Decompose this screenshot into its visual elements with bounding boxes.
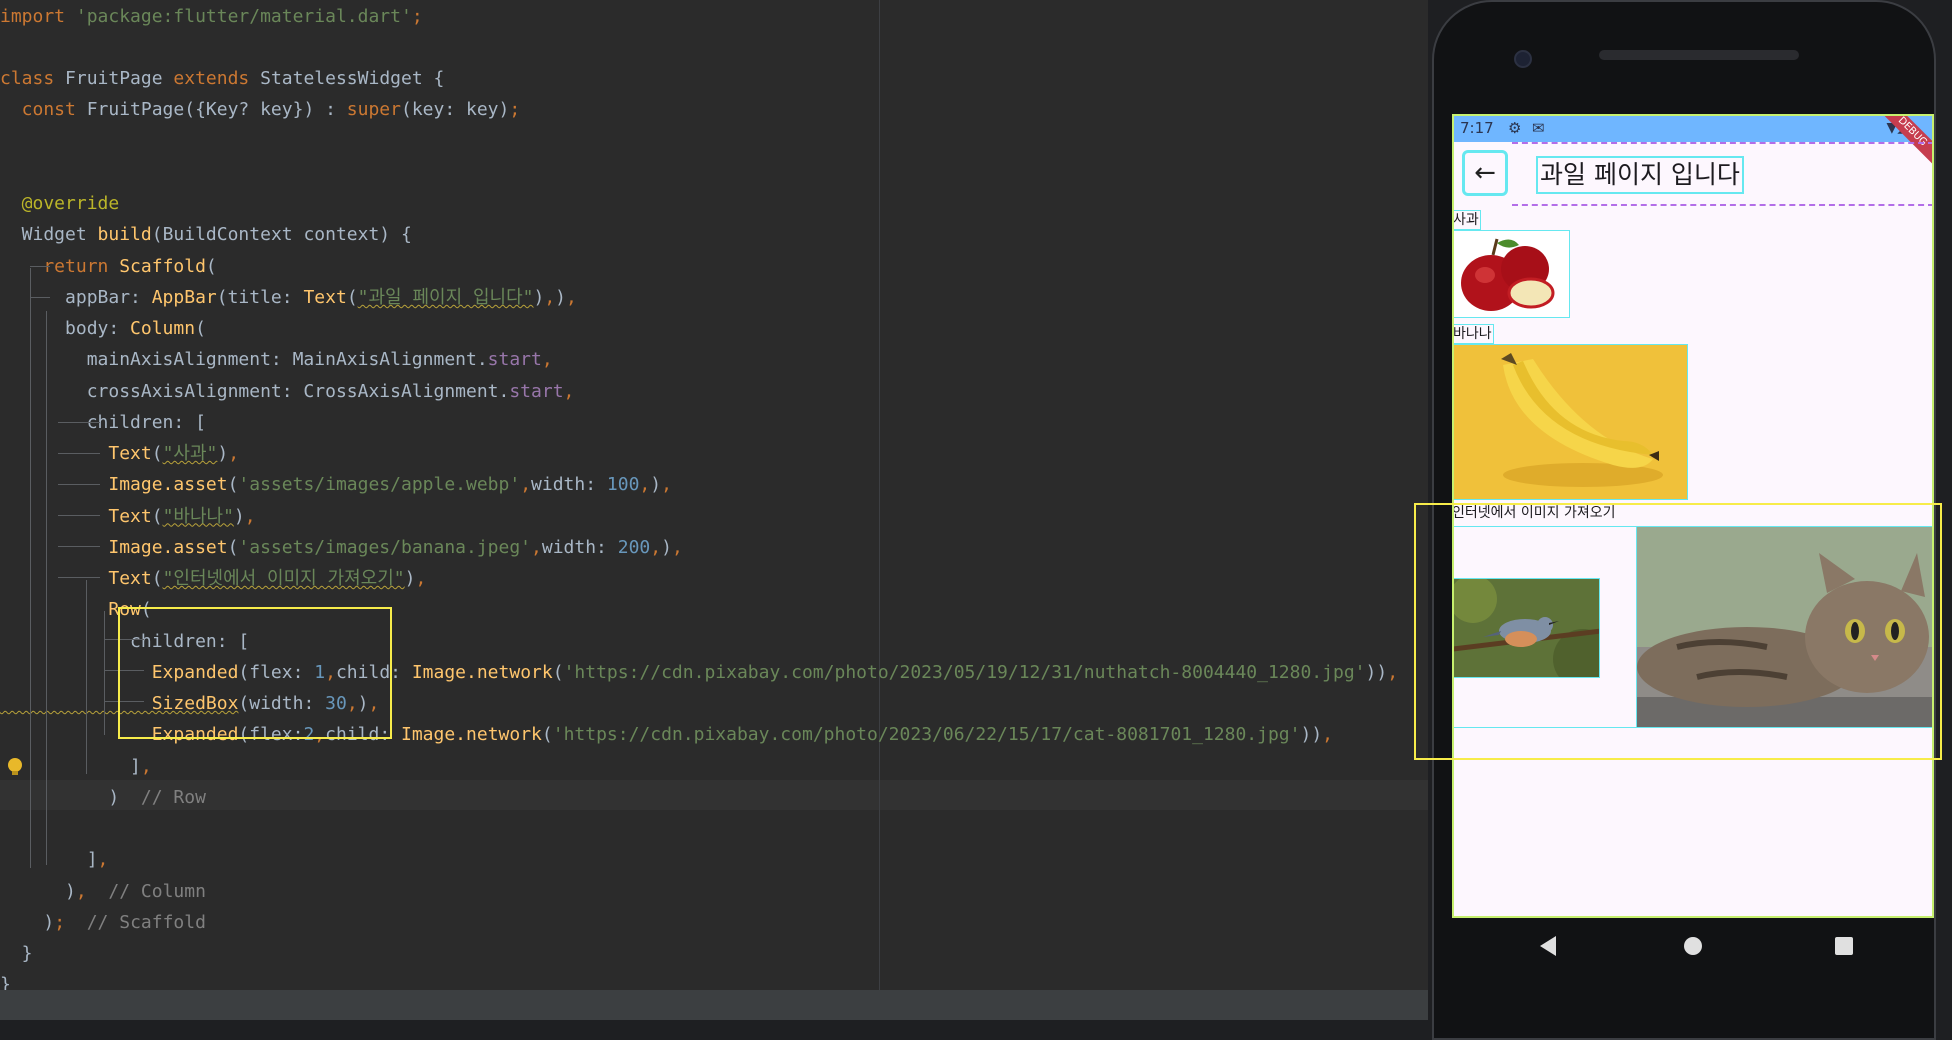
back-arrow-icon[interactable]: ← — [1462, 150, 1508, 196]
android-status-bar: 7:17 ⚙ ✉ ▼◢ — [1452, 114, 1934, 142]
current-line-highlight — [0, 780, 1430, 810]
banana-label: 바나나 — [1452, 324, 1494, 344]
gear-icon: ⚙ — [1508, 119, 1522, 137]
code-line[interactable]: crossAxisAlignment: CrossAxisAlignment.s… — [0, 376, 575, 407]
lightbulb-icon[interactable] — [8, 758, 22, 775]
code-line[interactable]: Widget build(BuildContext context) { — [0, 219, 412, 250]
back-arrow-glyph: ← — [1474, 158, 1496, 188]
widget-inspector-selection — [118, 607, 392, 739]
code-line[interactable]: mainAxisAlignment: MainAxisAlignment.sta… — [0, 344, 553, 375]
code-line[interactable]: ), // Column — [0, 876, 206, 907]
nav-back-icon[interactable] — [1540, 936, 1556, 956]
indent-guide — [58, 453, 100, 454]
code-line[interactable]: Text("바나나"), — [0, 501, 255, 532]
apple-label: 사과 — [1452, 210, 1481, 230]
code-line[interactable]: } — [0, 938, 33, 969]
indent-guide — [30, 266, 50, 267]
indent-guide — [58, 515, 100, 516]
android-nav-bar — [1452, 918, 1934, 978]
code-line[interactable]: ); // Scaffold — [0, 907, 206, 938]
code-line[interactable]: import 'package:flutter/material.dart'; — [0, 1, 423, 32]
indent-guide — [58, 577, 100, 578]
code-line[interactable]: @override — [0, 188, 120, 219]
mail-icon: ✉ — [1532, 119, 1545, 137]
indent-guide — [30, 297, 50, 298]
code-line[interactable]: appBar: AppBar(title: Text("과일 페이지 입니다")… — [0, 282, 577, 313]
indent-guide — [86, 580, 87, 774]
code-line[interactable]: Text("인터넷에서 이미지 가져오기"), — [0, 563, 426, 594]
indent-guide — [30, 268, 31, 868]
page-title: 과일 페이지 입니다 — [1536, 156, 1744, 194]
code-line[interactable]: const FruitPage({Key? key}) : super(key:… — [0, 94, 521, 125]
nav-recents-icon[interactable] — [1835, 937, 1853, 955]
code-line[interactable]: class FruitPage extends StatelessWidget … — [0, 63, 444, 94]
code-line[interactable]: Text("사과"), — [0, 438, 239, 469]
banana-image — [1452, 344, 1688, 500]
code-line[interactable]: Image.asset('assets/images/apple.webp',w… — [0, 469, 672, 500]
apple-image — [1452, 230, 1570, 318]
indent-guide — [104, 611, 105, 735]
indent-guide — [58, 422, 100, 423]
indent-guide — [58, 546, 100, 547]
status-time: 7:17 — [1460, 119, 1494, 137]
code-line[interactable]: ], — [0, 844, 109, 875]
widget-inspector-selection-device — [1414, 503, 1942, 760]
front-camera-icon — [1514, 50, 1532, 68]
editor-status-bar — [0, 990, 1430, 1020]
code-line[interactable]: ], — [0, 751, 152, 782]
indent-guide — [58, 484, 100, 485]
code-editor[interactable]: import 'package:flutter/material.dart'; c… — [0, 0, 1430, 990]
code-line[interactable]: Image.asset('assets/images/banana.jpeg',… — [0, 532, 682, 563]
earpiece-speaker — [1599, 50, 1799, 60]
nav-home-icon[interactable] — [1684, 937, 1702, 955]
right-margin-guide — [879, 0, 880, 990]
indent-guide — [46, 311, 47, 865]
code-line[interactable]: } — [0, 969, 11, 990]
